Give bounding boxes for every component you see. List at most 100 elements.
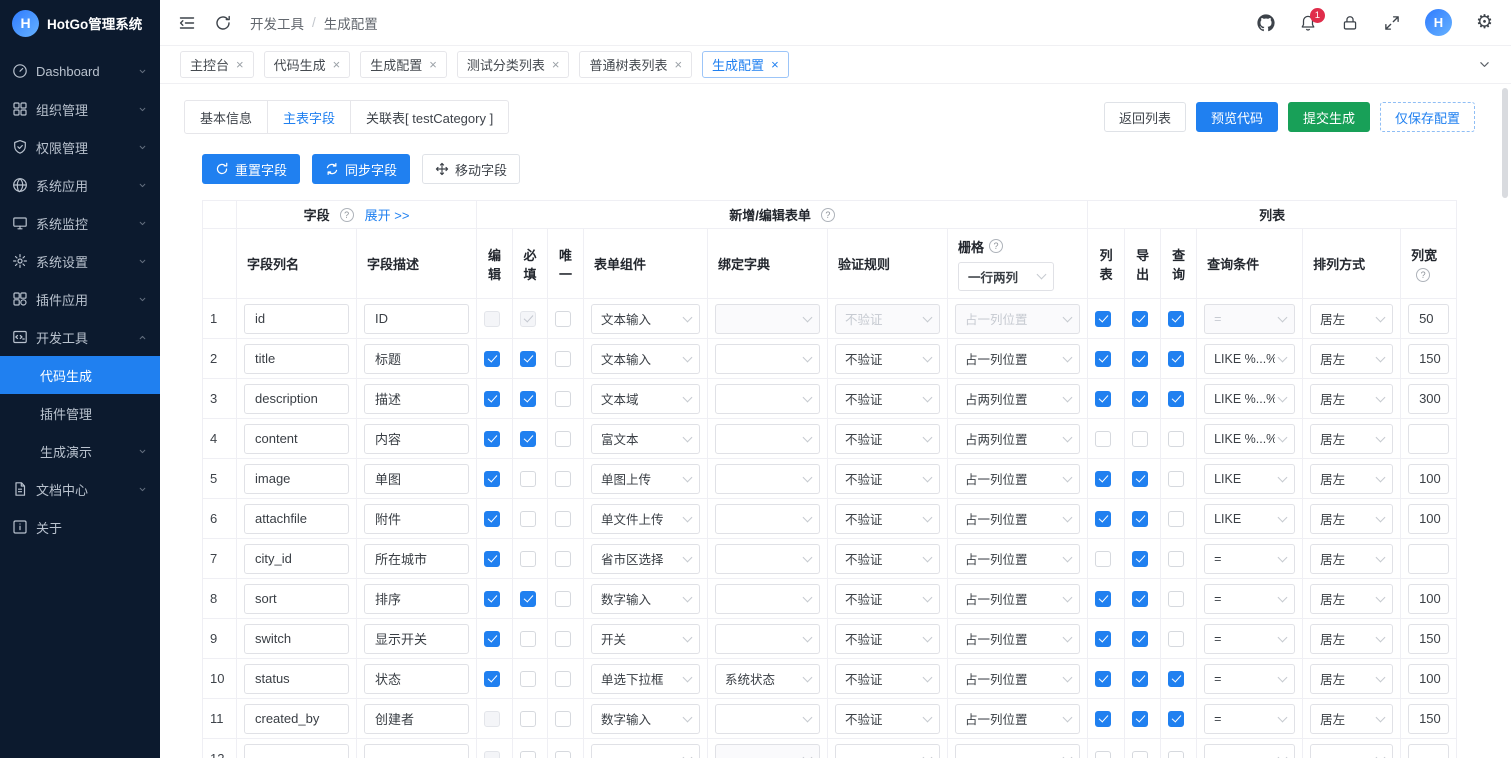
- grid-select[interactable]: 占一列位置: [955, 304, 1080, 334]
- width-input[interactable]: 100: [1408, 584, 1449, 614]
- required-checkbox[interactable]: [520, 631, 536, 647]
- query-checkbox[interactable]: [1168, 631, 1184, 647]
- unique-checkbox[interactable]: [555, 471, 571, 487]
- field-name-input[interactable]: status: [244, 664, 349, 694]
- query-checkbox[interactable]: [1168, 431, 1184, 447]
- unique-checkbox[interactable]: [555, 431, 571, 447]
- field-desc-input[interactable]: 创建者: [364, 704, 469, 734]
- edit-checkbox[interactable]: [484, 431, 500, 447]
- unique-checkbox[interactable]: [555, 591, 571, 607]
- unique-checkbox[interactable]: [555, 511, 571, 527]
- sidebar-item-plugin[interactable]: 插件应用: [0, 280, 160, 318]
- field-desc-input[interactable]: 状态: [364, 664, 469, 694]
- sidebar-item-devtools[interactable]: 开发工具: [0, 318, 160, 356]
- width-input[interactable]: 100: [1408, 504, 1449, 534]
- grid-select[interactable]: 占两列位置: [955, 384, 1080, 414]
- query-checkbox[interactable]: [1168, 391, 1184, 407]
- required-checkbox[interactable]: [520, 711, 536, 727]
- component-select[interactable]: [591, 744, 700, 758]
- sidebar-item-sysapp[interactable]: 系统应用: [0, 166, 160, 204]
- field-desc-input[interactable]: ID: [364, 304, 469, 334]
- list-checkbox[interactable]: [1095, 631, 1111, 647]
- sidebar-item-syscfg[interactable]: 系统设置: [0, 242, 160, 280]
- help-icon[interactable]: ?: [989, 239, 1003, 253]
- query-checkbox[interactable]: [1168, 311, 1184, 327]
- required-checkbox[interactable]: [520, 391, 536, 407]
- grid-layout-select[interactable]: 一行两列: [958, 262, 1054, 291]
- export-checkbox[interactable]: [1132, 631, 1148, 647]
- save-config-button[interactable]: 仅保存配置: [1380, 102, 1475, 132]
- dict-select[interactable]: [715, 624, 820, 654]
- validation-select[interactable]: 不验证: [835, 304, 940, 334]
- help-icon[interactable]: ?: [340, 208, 354, 222]
- help-icon[interactable]: ?: [821, 208, 835, 222]
- edit-checkbox[interactable]: [484, 391, 500, 407]
- scrollbar-thumb[interactable]: [1502, 88, 1508, 198]
- submit-generate-button[interactable]: 提交生成: [1288, 102, 1370, 132]
- bell-icon[interactable]: 1: [1299, 14, 1317, 32]
- query-checkbox[interactable]: [1168, 551, 1184, 567]
- tab-list-chevron-icon[interactable]: [1471, 52, 1497, 78]
- query-checkbox[interactable]: [1168, 511, 1184, 527]
- dict-select[interactable]: [715, 704, 820, 734]
- list-checkbox[interactable]: [1095, 551, 1111, 567]
- field-name-input[interactable]: id: [244, 304, 349, 334]
- validation-select[interactable]: 不验证: [835, 664, 940, 694]
- list-checkbox[interactable]: [1095, 471, 1111, 487]
- field-desc-input[interactable]: [364, 744, 469, 758]
- component-select[interactable]: 开关: [591, 624, 700, 654]
- sidebar-item-perm[interactable]: 权限管理: [0, 128, 160, 166]
- required-checkbox[interactable]: [520, 551, 536, 567]
- field-desc-input[interactable]: 所在城市: [364, 544, 469, 574]
- query-checkbox[interactable]: [1168, 751, 1184, 758]
- tab-relation-table[interactable]: 关联表[ testCategory ]: [350, 100, 509, 134]
- required-checkbox[interactable]: [520, 431, 536, 447]
- unique-checkbox[interactable]: [555, 711, 571, 727]
- export-checkbox[interactable]: [1132, 751, 1148, 758]
- tab-chip-2[interactable]: 生成配置×: [360, 51, 447, 78]
- preview-code-button[interactable]: 预览代码: [1196, 102, 1278, 132]
- export-checkbox[interactable]: [1132, 431, 1148, 447]
- component-select[interactable]: 文本输入: [591, 344, 700, 374]
- component-select[interactable]: 省市区选择: [591, 544, 700, 574]
- edit-checkbox[interactable]: [484, 671, 500, 687]
- edit-checkbox[interactable]: [484, 591, 500, 607]
- required-checkbox[interactable]: [520, 671, 536, 687]
- grid-select[interactable]: 占一列位置: [955, 624, 1080, 654]
- component-select[interactable]: 文本输入: [591, 304, 700, 334]
- align-select[interactable]: 居左: [1310, 464, 1393, 494]
- field-desc-input[interactable]: 单图: [364, 464, 469, 494]
- grid-select[interactable]: 占一列位置: [955, 664, 1080, 694]
- query-checkbox[interactable]: [1168, 351, 1184, 367]
- grid-select[interactable]: 占一列位置: [955, 704, 1080, 734]
- validation-select[interactable]: 不验证: [835, 544, 940, 574]
- sidebar-item-org[interactable]: 组织管理: [0, 90, 160, 128]
- width-input[interactable]: 50: [1408, 304, 1449, 334]
- width-input[interactable]: 100: [1408, 664, 1449, 694]
- sidebar-item-gendemo[interactable]: 生成演示: [0, 432, 160, 470]
- back-to-list-button[interactable]: 返回列表: [1104, 102, 1186, 132]
- validation-select[interactable]: 不验证: [835, 624, 940, 654]
- sidebar-item-codegen[interactable]: 代码生成: [0, 356, 160, 394]
- close-icon[interactable]: ×: [429, 57, 437, 72]
- dict-select[interactable]: [715, 584, 820, 614]
- sidebar-item-pluginmgr[interactable]: 插件管理: [0, 394, 160, 432]
- align-select[interactable]: 居左: [1310, 584, 1393, 614]
- query-checkbox[interactable]: [1168, 671, 1184, 687]
- sync-fields-button[interactable]: 同步字段: [312, 154, 410, 184]
- align-select[interactable]: 居左: [1310, 304, 1393, 334]
- breadcrumb-current[interactable]: 生成配置: [324, 13, 378, 33]
- align-select[interactable]: 居左: [1310, 704, 1393, 734]
- edit-checkbox[interactable]: [484, 751, 500, 758]
- edit-checkbox[interactable]: [484, 311, 500, 327]
- list-checkbox[interactable]: [1095, 351, 1111, 367]
- field-name-input[interactable]: sort: [244, 584, 349, 614]
- validation-select[interactable]: 不验证: [835, 704, 940, 734]
- required-checkbox[interactable]: [520, 591, 536, 607]
- component-select[interactable]: 单文件上传: [591, 504, 700, 534]
- align-select[interactable]: [1310, 744, 1393, 758]
- tab-chip-3[interactable]: 测试分类列表×: [457, 51, 570, 78]
- reload-icon[interactable]: [214, 14, 232, 32]
- query-condition-select[interactable]: LIKE %...%: [1204, 344, 1295, 374]
- validation-select[interactable]: 不验证: [835, 584, 940, 614]
